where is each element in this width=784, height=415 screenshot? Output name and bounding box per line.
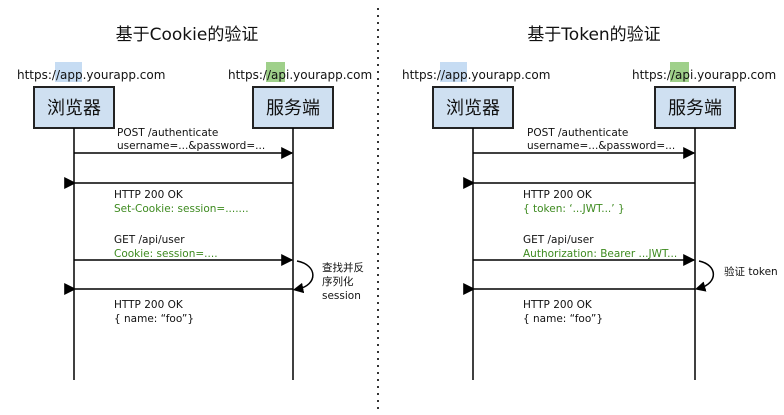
message-4-line1: HTTP 200 OK bbox=[523, 299, 593, 311]
server-label: 服务端 bbox=[668, 98, 722, 119]
client-label: 浏览器 bbox=[446, 98, 500, 119]
message-1-line2: username=...&password=... bbox=[527, 140, 675, 152]
process-note: 验证 token bbox=[724, 265, 778, 278]
client-label: 浏览器 bbox=[47, 98, 101, 119]
client-host: https://app.yourapp.com bbox=[402, 68, 550, 82]
process-note: 查找并反 序列化 session bbox=[322, 261, 367, 302]
message-4-line1: HTTP 200 OK bbox=[114, 299, 184, 311]
message-2-line2: Set-Cookie: session=....... bbox=[114, 203, 249, 215]
message-2-line1: HTTP 200 OK bbox=[114, 189, 184, 201]
panel-title: 基于Token的验证 bbox=[527, 25, 660, 45]
message-3-line1: GET /api/user bbox=[523, 234, 594, 246]
message-2-line1: HTTP 200 OK bbox=[523, 189, 593, 201]
process-arrow bbox=[292, 260, 314, 294]
server-host: https://api.yourapp.com bbox=[632, 68, 776, 82]
message-4-line2: { name: “foo”} bbox=[114, 313, 194, 325]
panel-title: 基于Cookie的验证 bbox=[116, 25, 259, 45]
panel-cookie: 基于Cookie的验证 https://app.yourapp.com http… bbox=[17, 25, 372, 380]
message-1-line2: username=...&password=... bbox=[117, 140, 265, 152]
message-3-line2: Cookie: session=.... bbox=[114, 248, 218, 260]
client-host: https://app.yourapp.com bbox=[17, 68, 165, 82]
message-1-line1: POST /authenticate bbox=[527, 127, 628, 139]
auth-comparison-diagram: 基于Cookie的验证 https://app.yourapp.com http… bbox=[17, 8, 778, 412]
message-4-line2: { name: “foo”} bbox=[523, 313, 603, 325]
process-arrow bbox=[694, 260, 715, 292]
server-host: https://api.yourapp.com bbox=[228, 68, 372, 82]
panel-token: 基于Token的验证 https://app.yourapp.com https… bbox=[402, 25, 778, 380]
message-3-line2: Authorization: Bearer ...JWT... bbox=[523, 248, 677, 260]
message-2-line2: { token: ‘...JWT...’ } bbox=[523, 203, 625, 215]
message-1-line1: POST /authenticate bbox=[117, 127, 218, 139]
message-3-line1: GET /api/user bbox=[114, 234, 185, 246]
server-label: 服务端 bbox=[266, 98, 320, 119]
